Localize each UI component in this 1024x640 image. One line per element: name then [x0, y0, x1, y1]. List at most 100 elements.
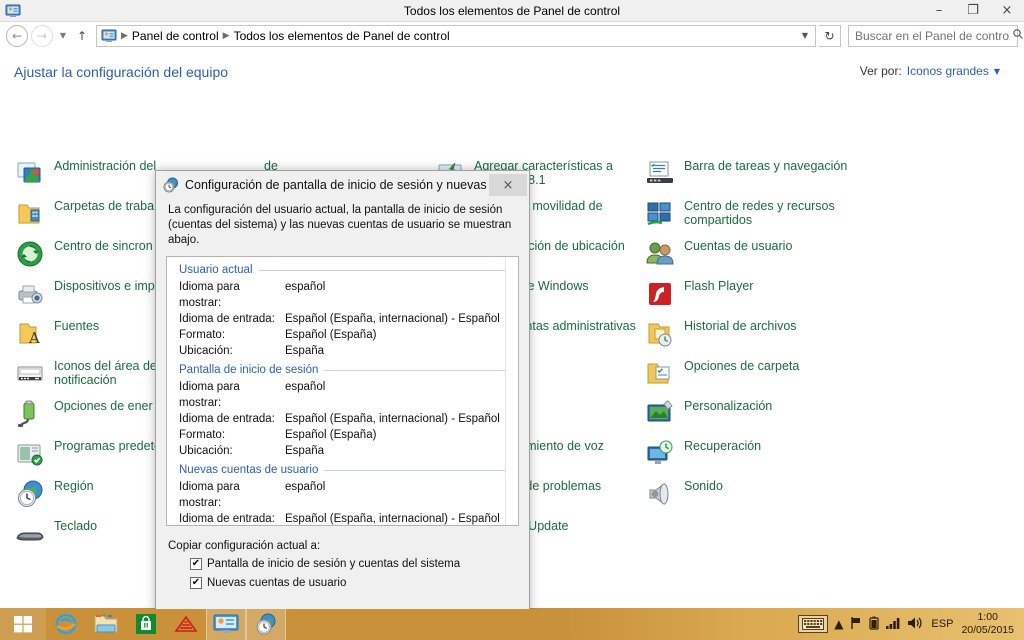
cp-item-label: Centro de redes y recursos compartidos [684, 198, 848, 227]
cp-item-label: Recuperación [684, 438, 761, 453]
cp-item-personalization[interactable]: Personalización [638, 398, 848, 438]
row-value: Español (España, internacional) - Españo… [285, 511, 510, 526]
checkbox-login-screen[interactable]: ✔ [190, 558, 202, 570]
breadcrumb-separator-1[interactable]: ▶ [222, 31, 231, 41]
recent-locations-icon[interactable]: ▼ [56, 25, 70, 47]
settings-row: Idioma de entrada: Español (España, inte… [175, 411, 510, 427]
cp-item-label: Historial de archivos [684, 318, 797, 333]
language-indicator[interactable]: ESP [931, 618, 953, 630]
breadcrumb-item-0[interactable]: Panel de control [129, 29, 222, 43]
taskbar-store[interactable] [126, 608, 166, 640]
group-title: Pantalla de inicio de sesión [179, 364, 318, 376]
search-box[interactable] [848, 25, 1018, 47]
checkbox-row-login-screen[interactable]: ✔ Pantalla de inicio de sesión y cuentas… [190, 558, 517, 570]
group-rule [324, 470, 510, 471]
group-header: Usuario actual [175, 261, 510, 279]
start-button[interactable] [0, 608, 46, 640]
region-taskbar-icon [254, 612, 278, 636]
system-tray: ▲ [798, 608, 1024, 640]
action-center-icon[interactable] [849, 616, 863, 633]
sound-icon [644, 478, 676, 510]
fonts-icon: A [14, 318, 46, 350]
panel-scrollbar[interactable] [505, 257, 518, 525]
network-sharing-icon [644, 198, 676, 230]
back-button[interactable]: ← [6, 25, 28, 47]
address-dropdown-icon[interactable]: ▼ [797, 31, 813, 40]
group-title: Usuario actual [179, 264, 253, 276]
clock-date: 20/05/2015 [961, 624, 1014, 637]
maximize-button[interactable]: ❐ [956, 0, 990, 22]
forward-button[interactable]: → [31, 25, 53, 47]
taskbar-control-panel[interactable] [206, 608, 246, 640]
row-key: Ubicación: [175, 443, 285, 459]
cp-item-network-sharing[interactable]: Centro de redes y recursos compartidos [638, 198, 848, 238]
group-title: Nuevas cuentas de usuario [179, 464, 318, 476]
dialog-titlebar: Configuración de pantalla de inicio de s… [156, 171, 529, 199]
tray-overflow-icon[interactable]: ▲ [834, 617, 843, 631]
cp-item-label: Cuentas de usuario [684, 238, 792, 253]
minimize-button[interactable]: – [922, 0, 956, 22]
app-red-icon [173, 614, 199, 634]
refresh-button[interactable]: ↻ [819, 25, 841, 47]
taskbar-app-red[interactable] [166, 608, 206, 640]
settings-row: Idioma para mostrar: español [175, 379, 510, 411]
search-input[interactable] [853, 28, 1012, 44]
settings-row: Ubicación: España [175, 443, 510, 459]
settings-row: Idioma de entrada: Español (España, inte… [175, 311, 510, 327]
power-options-icon [14, 398, 46, 430]
cp-item-sound[interactable]: Sonido [638, 478, 848, 518]
group-header: Nuevas cuentas de usuario [175, 461, 510, 479]
settings-row: Idioma de entrada: Español (España, inte… [175, 511, 510, 526]
checkbox-row-new-accounts[interactable]: ✔ Nuevas cuentas de usuario [190, 577, 517, 589]
volume-icon[interactable] [907, 616, 923, 633]
dialog-close-button[interactable]: × [489, 174, 527, 196]
row-value: España [285, 343, 510, 359]
cp-item-recovery[interactable]: Recuperación [638, 438, 848, 478]
checkbox-label: Nuevas cuentas de usuario [207, 577, 346, 589]
search-icon[interactable] [1012, 28, 1024, 43]
row-key: Formato: [175, 427, 285, 443]
cp-item-file-history[interactable]: Historial de archivos [638, 318, 848, 358]
cp-item-label: Teclado [54, 518, 97, 533]
taskbar-region-settings[interactable] [246, 608, 286, 640]
up-button[interactable]: ↑ [73, 25, 91, 47]
clock[interactable]: 1:00 20/05/2015 [961, 611, 1018, 637]
address-bar: ← → ▼ ↑ ▶ Panel de control ▶ Todos los e… [0, 22, 1024, 50]
cp-item-flash-player[interactable]: Flash Player [638, 278, 848, 318]
battery-icon[interactable] [869, 616, 879, 633]
cp-item-label: Fuentes [54, 318, 99, 333]
cp-item-folder-options[interactable]: Opciones de carpeta [638, 358, 848, 398]
chevron-down-icon[interactable]: ▼ [994, 67, 1000, 76]
svg-text:A: A [28, 329, 40, 347]
breadcrumb-item-1[interactable]: Todos los elementos de Panel de control [231, 29, 453, 43]
keyboard-tray-icon[interactable] [798, 615, 828, 633]
file-history-icon [644, 318, 676, 350]
group-header: Pantalla de inicio de sesión [175, 361, 510, 379]
close-button[interactable]: × [990, 0, 1024, 22]
network-signal-icon[interactable] [885, 616, 901, 633]
checkbox-new-accounts[interactable]: ✔ [190, 577, 202, 589]
keyboard-icon [14, 518, 46, 550]
region-icon [14, 478, 46, 510]
cp-item-label: Personalización [684, 398, 772, 413]
login-screen-settings-dialog: Configuración de pantalla de inicio de s… [155, 170, 530, 609]
taskbar-internet-explorer[interactable] [46, 608, 86, 640]
breadcrumb-separator-0[interactable]: ▶ [120, 31, 129, 41]
row-value: Español (España) [285, 427, 510, 443]
notification-area-icon [14, 358, 46, 390]
row-key: Idioma para mostrar: [175, 279, 285, 311]
group-rule [324, 370, 510, 371]
breadcrumb-root-icon[interactable] [101, 28, 117, 44]
view-by-control[interactable]: Ver por: Iconos grandes ▼ [860, 64, 1006, 78]
cp-item-user-accounts[interactable]: Cuentas de usuario [638, 238, 848, 278]
settings-summary-inner: Usuario actual Idioma para mostrar: espa… [167, 257, 518, 526]
taskbar-file-explorer[interactable] [86, 608, 126, 640]
cp-item-taskbar-navigation[interactable]: Barra de tareas y navegación [638, 158, 848, 198]
items-column-4: Barra de tareas y navegación Centro de r… [638, 158, 848, 609]
settings-summary-panel: Usuario actual Idioma para mostrar: espa… [166, 256, 519, 526]
group-current-user: Usuario actual Idioma para mostrar: espa… [175, 261, 510, 359]
cp-item-label: Sonido [684, 478, 723, 493]
row-value: España [285, 443, 510, 459]
view-by-value[interactable]: Iconos grandes [907, 64, 989, 78]
breadcrumb[interactable]: ▶ Panel de control ▶ Todos los elementos… [96, 25, 816, 47]
